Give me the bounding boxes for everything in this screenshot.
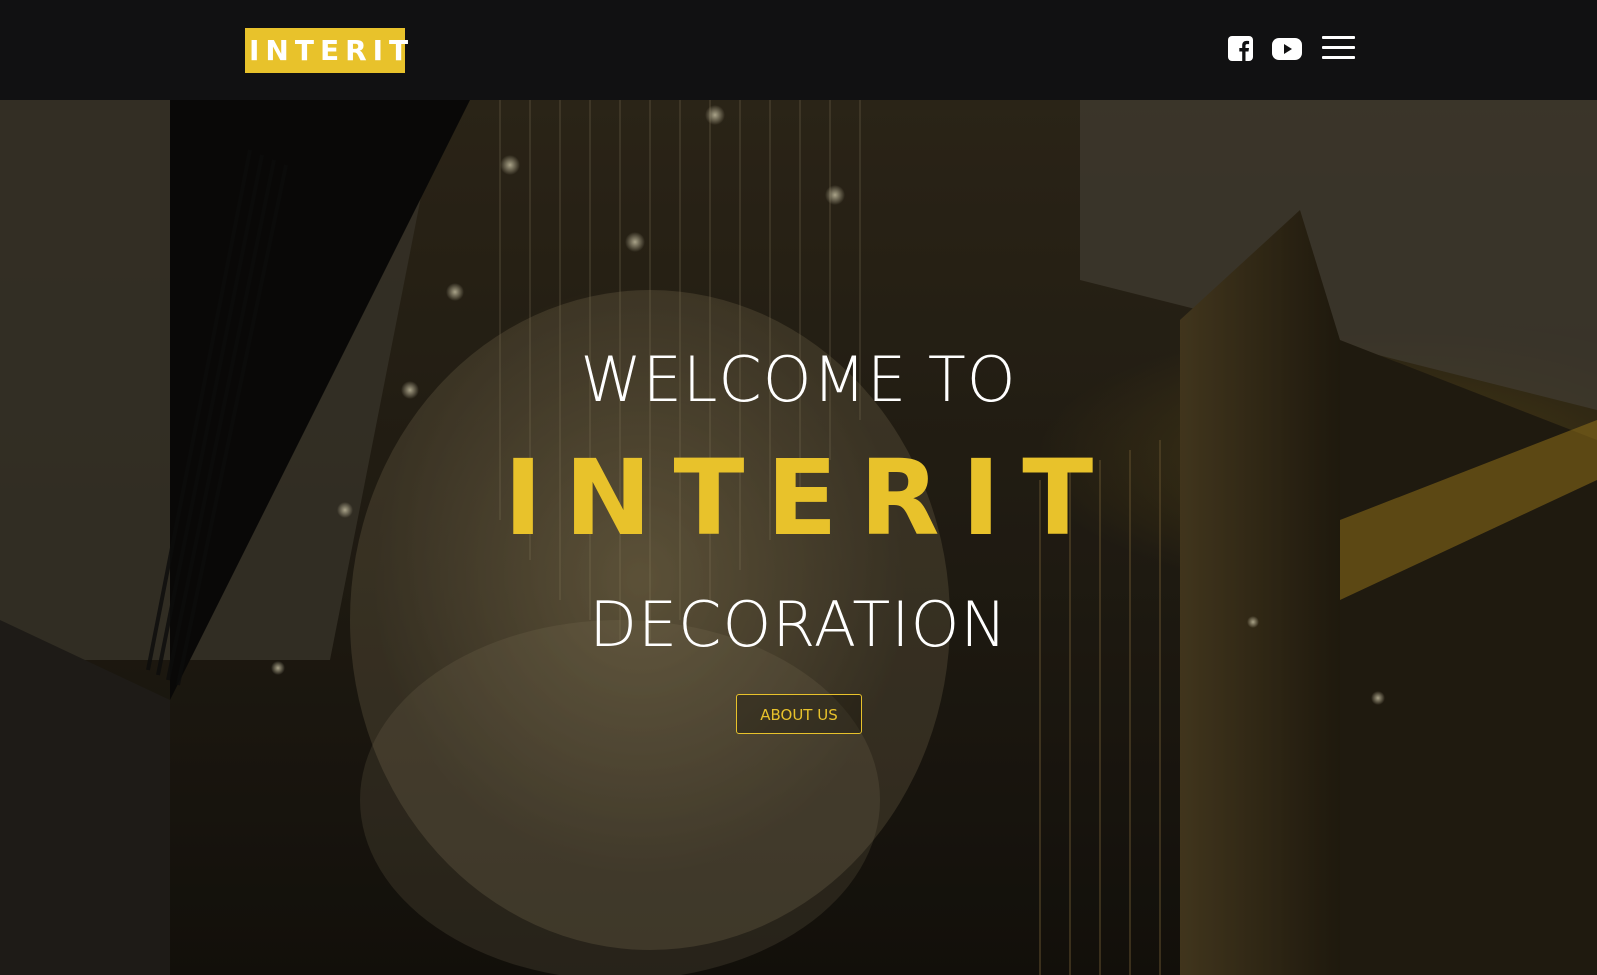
hero-brand-title: INTERIT xyxy=(503,437,1116,559)
hero-section: WELCOME TO INTERIT DECORATION ABOUT US xyxy=(0,100,1597,975)
facebook-icon[interactable] xyxy=(1228,36,1253,61)
about-us-button[interactable]: ABOUT US xyxy=(736,694,862,734)
hero-welcome-text: WELCOME TO xyxy=(580,343,1017,416)
hero-subtitle: DECORATION xyxy=(589,588,1008,661)
hamburger-menu-icon[interactable] xyxy=(1322,36,1355,60)
site-header: INTERIT xyxy=(0,0,1597,100)
youtube-icon[interactable] xyxy=(1272,38,1302,60)
site-logo[interactable]: INTERIT xyxy=(245,28,408,73)
